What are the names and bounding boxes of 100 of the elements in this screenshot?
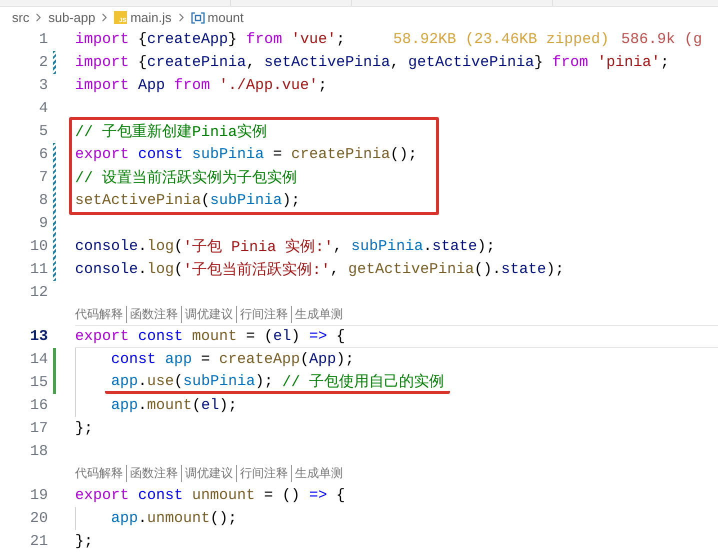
punctuation: =: [200, 351, 212, 368]
function-name: unmount: [147, 510, 210, 527]
codelens-action[interactable]: 函数注释: [126, 306, 181, 323]
codelens-action[interactable]: 行间注释: [236, 306, 291, 323]
punctuation: );: [219, 397, 238, 414]
keyword: import: [75, 54, 130, 71]
punctuation: .: [138, 238, 148, 255]
punctuation: ,: [390, 54, 400, 71]
identifier: App: [138, 77, 166, 94]
punctuation: {: [137, 31, 148, 48]
punctuation: ;: [336, 31, 346, 48]
codelens-action[interactable]: 行间注释: [236, 465, 291, 482]
line-number: 2: [38, 54, 48, 71]
punctuation: = (: [245, 328, 274, 345]
punctuation: = (): [263, 487, 302, 504]
codelens-action[interactable]: 调优建议: [181, 465, 236, 482]
line-number: 17: [28, 420, 48, 437]
line-number: 1: [38, 31, 48, 48]
line-number: 3: [38, 77, 48, 94]
punctuation: .: [138, 261, 148, 278]
codelens-action[interactable]: 生成单测: [291, 306, 346, 323]
function-name: createPinia: [291, 146, 390, 163]
line-number: 21: [28, 533, 48, 550]
punctuation: (: [174, 238, 184, 255]
identifier: App: [309, 351, 336, 368]
punctuation: );: [282, 192, 300, 209]
codelens-action[interactable]: 调优建议: [181, 306, 236, 323]
punctuation: .: [423, 238, 432, 255]
punctuation: (: [201, 192, 210, 209]
keyword: export: [75, 487, 130, 504]
code-comment: // 子包使用自己的实例: [282, 372, 444, 390]
punctuation: =: [272, 146, 284, 163]
identifier: subPinia: [192, 146, 264, 163]
identifier: console: [75, 261, 138, 278]
line-number: 9: [38, 215, 48, 232]
punctuation: {: [335, 328, 346, 345]
function-name: mount: [147, 397, 192, 414]
identifier: app: [165, 351, 192, 368]
keyword: const: [111, 351, 156, 368]
breadcrumb-item[interactable]: main.js: [130, 10, 172, 25]
keyword: =>: [309, 328, 328, 345]
string-literal: '子包 Pinia 实例:': [183, 238, 334, 256]
punctuation: );: [336, 351, 354, 368]
code-comment: // 子包重新创建Pinia实例: [75, 122, 268, 141]
breadcrumb-item[interactable]: sub-app: [48, 10, 96, 25]
keyword: const: [138, 487, 184, 504]
keyword: const: [138, 328, 184, 345]
punctuation: ().: [474, 261, 502, 278]
punctuation: ;: [318, 77, 328, 94]
function-name: use: [147, 372, 174, 390]
punctuation: (: [174, 372, 184, 390]
line-number: 7: [38, 169, 48, 186]
string-literal: 'vue': [291, 31, 336, 48]
keyword: import: [75, 31, 130, 48]
punctuation: .: [138, 372, 148, 390]
breadcrumb-item[interactable]: src: [12, 10, 30, 25]
codelens-action[interactable]: 代码解释: [75, 465, 126, 482]
line-number: 19: [28, 487, 48, 504]
punctuation: (: [192, 397, 202, 414]
identifier: setActivePinia: [264, 54, 390, 71]
function-name: log: [147, 238, 174, 255]
punctuation: );: [477, 238, 496, 255]
punctuation: (: [300, 351, 310, 368]
codelens-action[interactable]: 函数注释: [126, 465, 181, 482]
identifier: app: [111, 510, 138, 527]
line-number: 8: [38, 192, 48, 209]
string-literal: './App.vue': [219, 77, 318, 94]
punctuation: };: [75, 533, 94, 550]
punctuation: ();: [210, 510, 238, 527]
function-name: unmount: [192, 487, 256, 504]
identifier: state: [432, 238, 478, 255]
punctuation: }: [228, 31, 238, 48]
codelens-action[interactable]: 生成单测: [291, 465, 346, 482]
line-number: 14: [28, 351, 48, 368]
punctuation: ,: [330, 261, 340, 278]
keyword: from: [552, 54, 588, 71]
function-name: createApp: [219, 351, 300, 368]
punctuation: };: [75, 420, 94, 437]
identifier: app: [111, 397, 138, 414]
codelens-action[interactable]: 代码解释: [75, 306, 126, 323]
punctuation: .: [138, 397, 148, 414]
keyword: import: [75, 77, 130, 94]
keyword: =>: [309, 487, 328, 504]
punctuation: ,: [246, 54, 256, 71]
punctuation: (: [174, 261, 184, 278]
identifier: console: [75, 238, 138, 255]
identifier: subPinia: [183, 372, 256, 390]
identifier: subPinia: [210, 192, 282, 209]
keyword: from: [246, 31, 282, 48]
punctuation: ,: [333, 238, 344, 255]
identifier: createPinia: [147, 54, 246, 71]
keyword: export: [75, 328, 130, 345]
punctuation: .: [138, 510, 148, 527]
identifier: el: [201, 397, 220, 414]
function-name: getActivePinia: [348, 261, 474, 278]
line-number: 10: [28, 238, 48, 255]
keyword: const: [138, 146, 184, 163]
breadcrumb-item[interactable]: mount: [208, 10, 244, 25]
function-name: mount: [192, 328, 238, 345]
punctuation: );: [255, 372, 274, 390]
